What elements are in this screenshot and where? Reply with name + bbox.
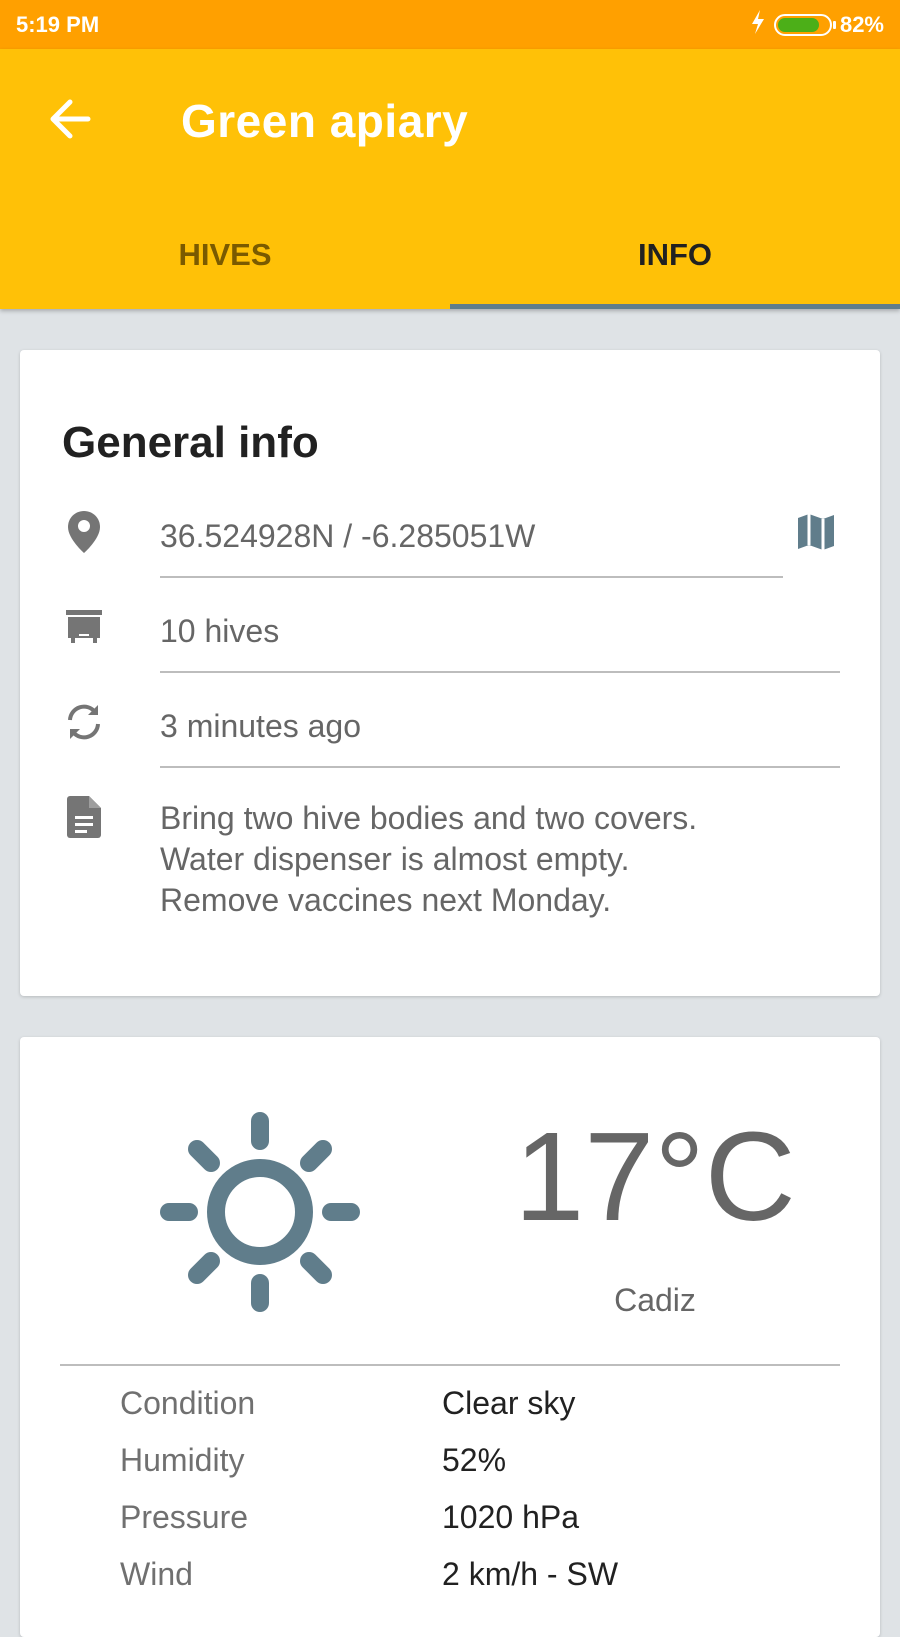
location-divider <box>160 576 783 578</box>
page-title: Green apiary <box>181 95 469 147</box>
notes-row: Bring two hive bodies and two covers. Wa… <box>62 795 840 935</box>
map-button[interactable] <box>792 510 840 558</box>
note-line: Bring two hive bodies and two covers. <box>160 800 698 836</box>
tab-bar: HIVES INFO <box>0 201 900 309</box>
hives-row: 10 hives <box>62 605 840 685</box>
hives-count: 10 hives <box>160 613 280 649</box>
weather-divider <box>60 1364 840 1366</box>
weather-row-humidity: Humidity 52% <box>120 1442 840 1498</box>
weather-value: Clear sky <box>442 1385 576 1421</box>
battery-icon <box>773 13 836 36</box>
weather-row-wind: Wind 2 km/h - SW <box>120 1556 840 1612</box>
weather-value: 1020 hPa <box>442 1499 580 1535</box>
status-time: 5:19 PM <box>16 11 100 37</box>
app-bar: Green apiary HIVES INFO <box>0 49 900 309</box>
general-info-title: General info <box>62 418 319 467</box>
notes-document-icon <box>62 795 106 839</box>
status-bar: 5:19 PM 82% <box>0 0 900 49</box>
arrow-back-icon <box>48 99 92 144</box>
general-info-card: General info 36.524928N / -6.285051W 10 … <box>20 350 880 996</box>
sync-icon <box>62 700 106 744</box>
weather-label: Humidity <box>120 1442 245 1478</box>
weather-row-pressure: Pressure 1020 hPa <box>120 1499 840 1555</box>
notes-text: Bring two hive bodies and two covers. Wa… <box>160 798 697 921</box>
weather-card: 17°C Cadiz Condition Clear sky Humidity … <box>20 1037 880 1637</box>
charging-icon <box>750 9 766 40</box>
status-right: 82% <box>750 9 884 40</box>
temperature: 17°C <box>514 1106 796 1247</box>
location-pin-icon <box>62 510 106 554</box>
location-coordinates: 36.524928N / -6.285051W <box>160 518 536 554</box>
tab-info[interactable]: INFO <box>450 201 900 309</box>
weather-label: Wind <box>120 1556 193 1592</box>
weather-label: Pressure <box>120 1499 249 1535</box>
note-line: Water dispenser is almost empty. <box>160 841 630 877</box>
weather-label: Condition <box>120 1385 256 1421</box>
hive-box-icon <box>62 605 106 649</box>
hives-divider <box>160 671 840 673</box>
sync-row: 3 minutes ago <box>62 700 840 780</box>
back-button[interactable] <box>40 91 100 151</box>
sun-icon <box>155 1107 365 1317</box>
weather-value: 52% <box>442 1442 507 1478</box>
weather-value: 2 km/h - SW <box>442 1556 619 1592</box>
battery-fill <box>777 17 819 32</box>
battery-percent: 82% <box>839 11 884 37</box>
weather-row-condition: Condition Clear sky <box>120 1385 840 1441</box>
location-row: 36.524928N / -6.285051W <box>62 510 840 590</box>
map-icon <box>796 512 836 557</box>
tab-hives[interactable]: HIVES <box>0 201 450 309</box>
city-name: Cadiz <box>614 1282 696 1318</box>
note-line: Remove vaccines next Monday. <box>160 882 612 918</box>
sync-divider <box>160 766 840 768</box>
last-sync-time: 3 minutes ago <box>160 708 362 744</box>
